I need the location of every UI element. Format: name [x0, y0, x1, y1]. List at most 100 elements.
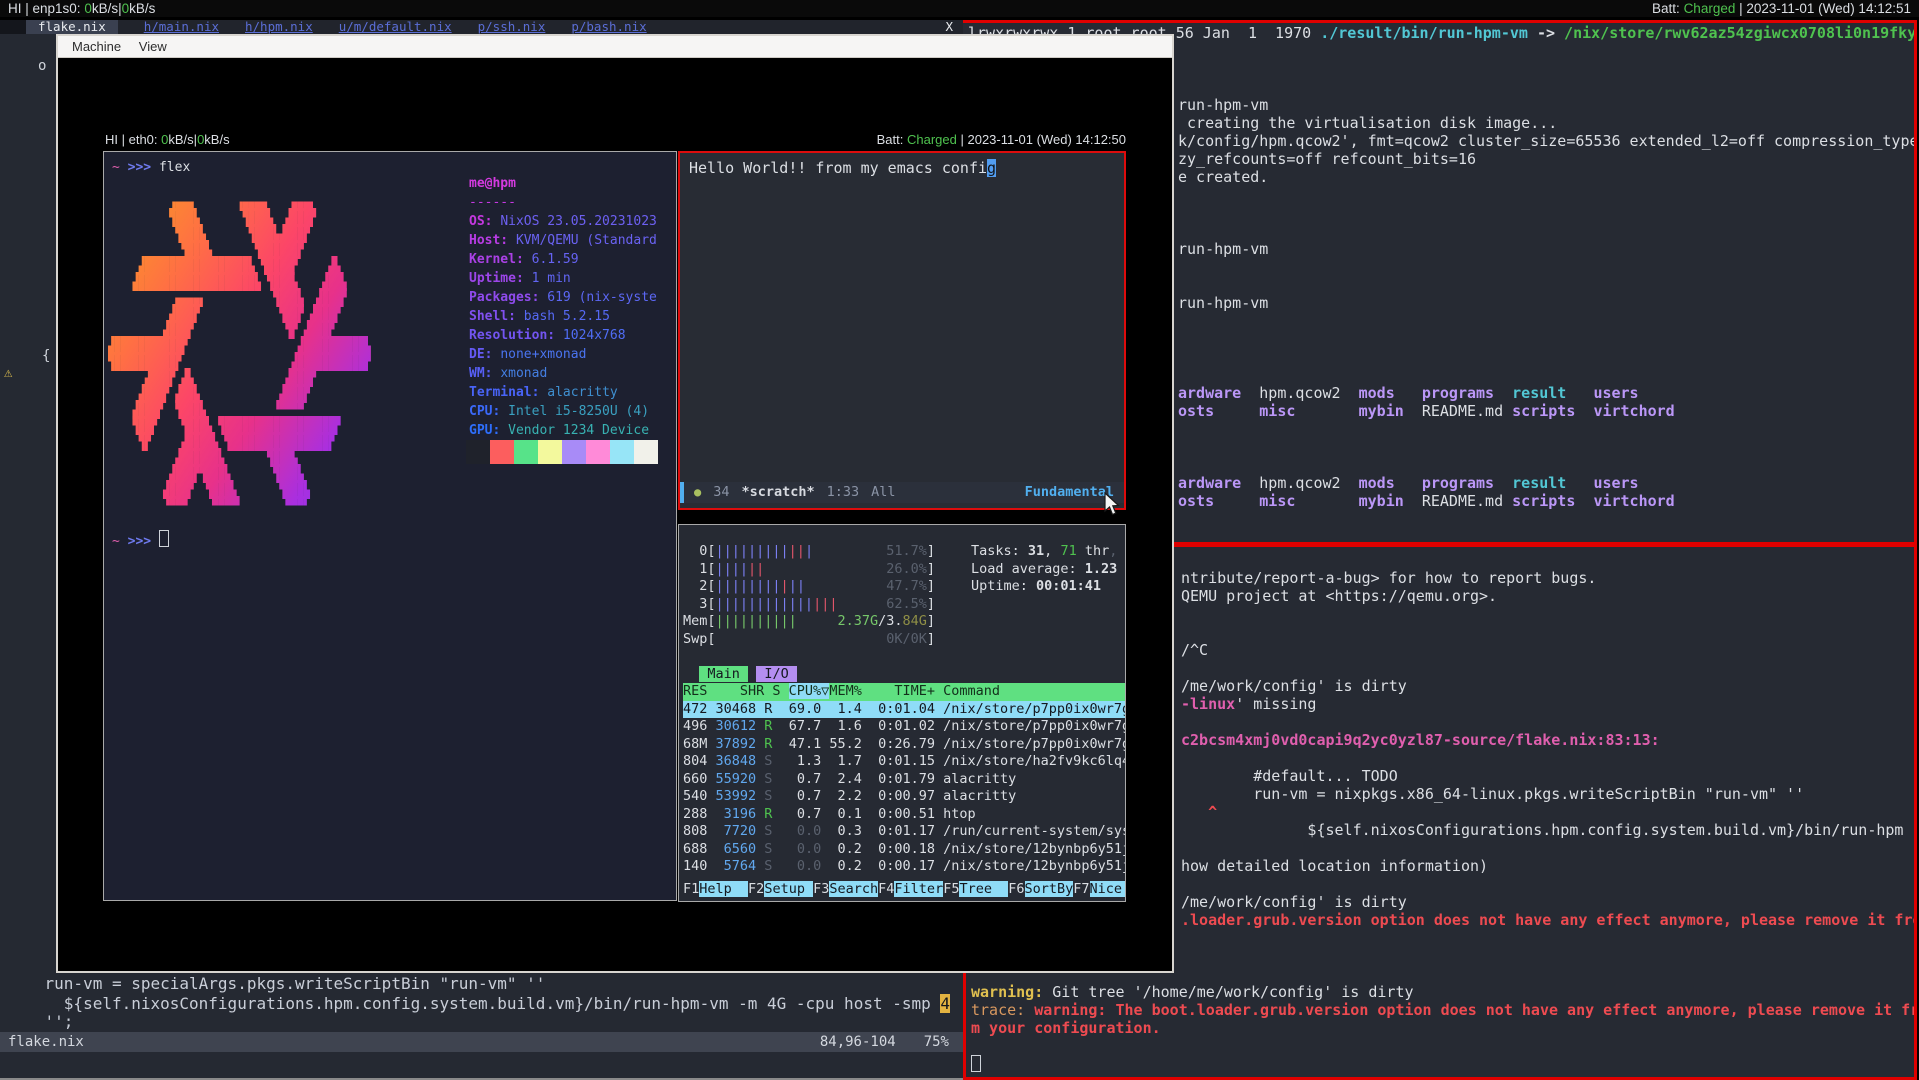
neofetch-line: Shell: bash 5.2.15 — [469, 307, 657, 326]
emacs-pane[interactable]: Hello World!! from my emacs config ● 34 … — [678, 151, 1126, 510]
qemu-window[interactable]: Machine View HI | eth0: 0kB/s|0kB/s Batt… — [56, 34, 1174, 973]
terminal-line — [683, 648, 1126, 666]
tab-item[interactable]: h/main.nix — [144, 20, 219, 34]
neofetch-line: Resolution: 1024x768 — [469, 326, 657, 345]
editor-line: ''; — [6, 1012, 73, 1031]
vm-screen[interactable]: HI | eth0: 0kB/s|0kB/s Batt: Charged | 2… — [58, 58, 1172, 971]
vm-status-bar: HI | eth0: 0kB/s|0kB/s Batt: Charged | 2… — [58, 132, 1172, 148]
menu-item-view[interactable]: View — [139, 36, 167, 57]
neofetch-line: CPU: Intel i5-8250U (4) — [469, 402, 657, 421]
tab-item[interactable]: p/ssh.nix — [478, 20, 546, 34]
tab-items[interactable]: h/main.nix h/hpm.nix u/m/default.nix p/ssh.… — [118, 19, 647, 34]
terminal-line: 660 55920 S 0.7 2.4 0:01.79 alacritty — [683, 771, 1126, 789]
terminal-line: trace: warning: The boot.loader.grub.ver… — [966, 1001, 1914, 1019]
terminal-line: F1Help F2Setup F3SearchF4FilterF5Tree F6… — [683, 881, 1126, 899]
modeline-buffer-name: *scratch* — [742, 482, 815, 503]
text-cursor — [159, 530, 169, 547]
menu-item-machine[interactable]: Machine — [72, 36, 121, 57]
modeline-line-number: 34 — [713, 482, 729, 503]
modeline-scroll: All — [871, 482, 895, 503]
htop-fkey-bar[interactable]: F1Help F2Setup F3SearchF4FilterF5Tree F6… — [683, 881, 1126, 899]
neofetch-line: OS: NixOS 23.05.20231023 — [469, 212, 657, 231]
tab-item[interactable]: p/bash.nix — [571, 20, 646, 34]
vm-network-status: HI | eth0: 0kB/s|0kB/s — [105, 132, 230, 148]
terminal-line: 540 53992 S 0.7 2.2 0:00.97 alacritty — [683, 788, 1126, 806]
emacs-modeline: ● 34 *scratch* 1:33 All Fundamental — [680, 482, 1124, 503]
palette-swatch — [538, 440, 562, 464]
terminal-line: 288 3196 R 0.7 0.1 0:00.51 htop — [683, 806, 1126, 824]
terminal-line: ~ >>> — [112, 530, 169, 549]
editor-status-bar: flake.nix 84,96-104 75% — [0, 1032, 963, 1052]
buffer-state-icon: ● — [694, 482, 701, 503]
terminal-line: 140 5764 S 0.0 0.2 0:00.17 /nix/store/12… — [683, 858, 1126, 876]
tab-item[interactable]: u/m/default.nix — [339, 20, 452, 34]
palette-swatch — [586, 440, 610, 464]
terminal-line: 804 36848 S 1.3 1.7 0:01.15 /nix/store/h… — [683, 753, 1126, 771]
text-cursor — [971, 1055, 981, 1072]
terminal-line: HI | eth0: 0kB/s|0kB/s — [105, 132, 230, 148]
terminal-line: Main I/O — [683, 666, 1126, 684]
scroll-percent: 75% — [924, 1032, 949, 1052]
neofetch-line: Uptime: 1 min — [469, 269, 657, 288]
tasks-summary: Tasks: 31, 71 thr, 82 kthLoad average: 1… — [971, 543, 1126, 596]
mouse-cursor-icon — [1104, 492, 1122, 518]
neofetch-line: Terminal: alacritty — [469, 383, 657, 402]
htop-pane[interactable]: 0[|||||||||||| 51.7%] 1[|||||| 26.0%] 2[… — [678, 524, 1126, 902]
neofetch-line: Packages: 619 (nix-syste — [469, 288, 657, 307]
terminal-line: 472 30468 R 69.0 1.4 0:01.04 /nix/store/… — [683, 701, 1126, 719]
terminal-line: 688 6560 S 0.0 0.2 0:00.18 /nix/store/12… — [683, 841, 1126, 859]
modeline-major-mode: Fundamental — [1025, 482, 1114, 503]
cursor-position: 84,96-104 — [820, 1032, 896, 1052]
terminal-line: Swp[ 0K/0K] — [683, 631, 1126, 649]
nixos-logo: ▗▄▄▄ ▗▄▄▄▄ ▄▄▄▖ ▜███▙ ▜███▙ ▟███▛ ▜███▙ … — [108, 194, 371, 514]
terminal-line: warning: Git tree '/home/me/work/config'… — [966, 983, 1914, 1001]
terminal-line: RES SHR S CPU%▽MEM% TIME+ Command — [683, 683, 1126, 701]
qemu-menu-bar[interactable]: Machine View — [58, 36, 1172, 58]
host-status-bar: HI | enp1s0: 0kB/s|0kB/s Batt: Charged |… — [0, 0, 1919, 17]
palette-swatch — [610, 440, 634, 464]
palette-swatch — [634, 440, 658, 464]
terminal-line: Mem[|||||||||| 2.37G/3.84G] — [683, 613, 1126, 631]
terminal-line: Batt: Charged | 2023-11-01 (Wed) 14:12:5… — [1652, 0, 1911, 17]
battery-clock-status: Batt: Charged | 2023-11-01 (Wed) 14:12:5… — [1652, 0, 1911, 17]
close-icon[interactable]: X — [945, 20, 953, 34]
vm-battery-clock-status: Batt: Charged | 2023-11-01 (Wed) 14:12:5… — [877, 132, 1126, 148]
neofetch-line: DE: none+xmonad — [469, 345, 657, 364]
tab-bar-lead — [0, 20, 26, 34]
neofetch-line: GPU: Vendor 1234 Device — [469, 421, 657, 440]
terminal-line: Tasks: 31, 71 thr, 82 kth — [971, 543, 1126, 561]
neofetch-line: me@hpm — [469, 174, 657, 193]
neofetch-line: WM: xmonad — [469, 364, 657, 383]
terminal-line: ~ >>> flex — [112, 158, 190, 177]
vm-terminal[interactable]: ~ >>> flex ▗▄▄▄ ▗▄▄▄▄ ▄▄▄▖ ▜███▙ ▜███▙ ▟… — [103, 151, 677, 901]
tab-bar[interactable]: flake.nix h/main.nix h/hpm.nix u/m/default.… — [0, 20, 963, 34]
terminal-line: Hello World!! from my emacs config — [689, 159, 996, 177]
terminal-line: Batt: Charged | 2023-11-01 (Wed) 14:12:5… — [877, 132, 1126, 148]
network-status: HI | enp1s0: 0kB/s|0kB/s — [8, 0, 155, 17]
palette-swatch — [562, 440, 586, 464]
palette-swatch — [514, 440, 538, 464]
neofetch-line: Host: KVM/QEMU (Standard — [469, 231, 657, 250]
editor-line: ${self.nixosConfigurations.hpm.config.sy… — [6, 994, 950, 1013]
terminal-line: Load average: 1.23 0.44 0 — [971, 561, 1126, 579]
color-palette — [466, 440, 658, 464]
modeline-accent-bar — [680, 482, 684, 503]
shell-prompt: ~ >>> — [112, 530, 169, 549]
palette-swatch — [466, 440, 490, 464]
terminal-line: 496 30612 R 67.7 1.6 0:01.02 /nix/store/… — [683, 718, 1126, 736]
modeline-cursor-pos: 1:33 — [827, 482, 860, 503]
code-fragment: o — [38, 58, 46, 74]
neofetch-line: Kernel: 6.1.59 — [469, 250, 657, 269]
terminal-line — [966, 1055, 1914, 1073]
neofetch-info: me@hpm------OS: NixOS 23.05.20231023Host… — [469, 174, 657, 459]
code-fragment: { — [42, 348, 50, 364]
terminal-line — [966, 1037, 1914, 1055]
terminal-line: m your configuration. — [966, 1019, 1914, 1037]
emacs-buffer-text: Hello World!! from my emacs config — [689, 159, 996, 177]
tab-active[interactable]: flake.nix — [26, 20, 118, 34]
tab-item[interactable]: h/hpm.nix — [245, 20, 313, 34]
terminal-line: Uptime: 00:01:41 — [971, 578, 1126, 596]
terminal-line: 68M 37892 R 47.1 55.2 0:26.79 /nix/store… — [683, 736, 1126, 754]
shell-prompt: ~ >>> flex — [112, 158, 190, 177]
neofetch-line: ------ — [469, 193, 657, 212]
